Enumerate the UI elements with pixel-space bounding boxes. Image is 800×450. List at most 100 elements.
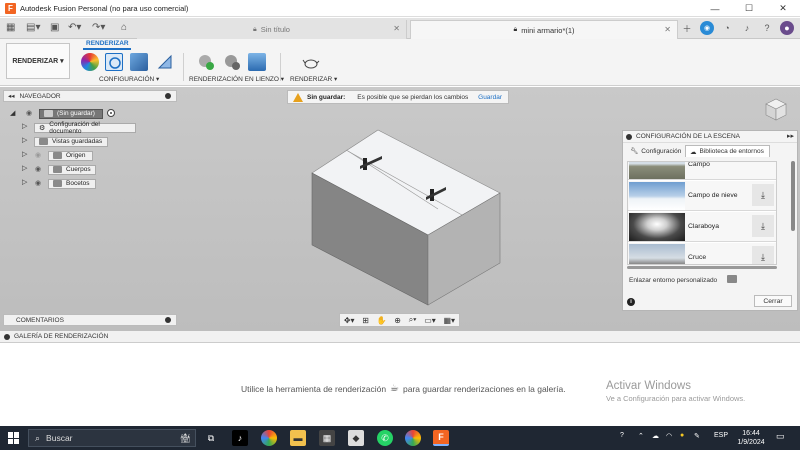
navigator-header[interactable]: ◂◂ NAVEGADOR [3, 90, 177, 102]
in-canvas-render-icon[interactable] [197, 53, 215, 71]
save-link[interactable]: Guardar [478, 94, 502, 101]
activate-radio-icon[interactable] [107, 109, 115, 117]
group-configuracion[interactable]: CONFIGURACIÓN ▾ [99, 75, 159, 83]
expand-panel-icon[interactable]: ▸▸ [787, 132, 794, 140]
pan-icon[interactable]: ✋ [377, 316, 387, 325]
list-item[interactable]: Campo de nieve ⤓ [628, 181, 776, 211]
avatar[interactable]: ● [780, 21, 794, 35]
download-icon[interactable]: ⤓ [752, 246, 774, 264]
windows-start-icon[interactable] [8, 432, 20, 444]
panel-options-icon[interactable] [165, 93, 171, 99]
tab-mini-armario[interactable]: 🔒︎ mini armario*(1) ✕ [410, 20, 678, 39]
minimize-button[interactable]: — [698, 0, 732, 17]
panel-options-icon[interactable] [626, 133, 632, 140]
render-settings-icon[interactable] [223, 53, 241, 71]
app-icon[interactable]: ◆ [348, 430, 364, 446]
tree-node[interactable]: ⚙ Configuración del documento [34, 121, 136, 135]
grid-menu-icon[interactable]: ▦ [6, 22, 15, 33]
expand-triangle-icon[interactable]: ▷ [22, 136, 27, 144]
clock[interactable]: 16:44 1/9/2024 [732, 429, 770, 447]
notifications-icon[interactable]: ♪ [740, 21, 754, 35]
look-at-icon[interactable]: ⊞ [362, 316, 369, 325]
render-gallery-header[interactable]: GALERÍA DE RENDERIZACIÓN [0, 331, 800, 343]
zoom-icon[interactable]: ⊕ [394, 316, 401, 325]
list-item[interactable]: Cruce ⤓ [628, 243, 776, 264]
orbit-icon[interactable]: ✥▾ [344, 316, 355, 325]
download-icon[interactable]: ⤓ [752, 184, 774, 206]
expand-triangle-icon[interactable]: ▷ [22, 122, 27, 130]
chrome-icon[interactable] [261, 430, 277, 446]
language-indicator[interactable]: ESP [714, 432, 728, 439]
taskbar-search-input[interactable]: ⌕ Buscar 🏰︎ [28, 429, 196, 447]
calculator-icon[interactable]: ▦ [319, 430, 335, 446]
panel-options-icon[interactable] [4, 333, 10, 340]
list-item[interactable]: Campo [628, 162, 776, 180]
network-icon[interactable]: ☁ [652, 432, 659, 440]
folder-icon[interactable] [727, 275, 737, 283]
visibility-eye-icon[interactable]: ◉ [35, 165, 41, 173]
save-icon[interactable]: ▣ [50, 22, 59, 33]
display-settings-icon[interactable]: ▭▾ [424, 316, 436, 325]
fusion-taskbar-icon[interactable]: F [433, 430, 449, 446]
expand-triangle-icon[interactable]: ◢ [10, 109, 15, 117]
3d-viewport[interactable]: ◂◂ NAVEGADOR ◢ ◉ (Sin guardar) ▷ ⚙ Confi… [0, 87, 800, 331]
tree-node[interactable]: Origen [48, 150, 93, 161]
app-tray-icon[interactable]: ● [680, 432, 684, 439]
close-tab-icon[interactable]: ✕ [664, 25, 671, 34]
group-renderizacion-lienzo[interactable]: RENDERIZACIÓN EN LIENZO ▾ [189, 75, 284, 83]
expand-triangle-icon[interactable]: ▷ [22, 164, 27, 172]
new-tab-icon[interactable]: ＋ [680, 21, 694, 35]
file-menu-icon[interactable]: ▤▾ [26, 22, 40, 33]
panel-options-icon[interactable] [165, 317, 171, 323]
chrome-profile-icon[interactable] [405, 430, 421, 446]
horizontal-scrollbar[interactable] [627, 266, 777, 269]
capture-image-icon[interactable] [248, 53, 266, 71]
tiktok-icon[interactable]: ♪ [232, 430, 248, 446]
file-explorer-icon[interactable]: ▬ [290, 430, 306, 446]
workspace-switcher[interactable]: RENDERIZAR ▾ [6, 43, 70, 79]
download-icon[interactable]: ⤓ [752, 215, 774, 237]
undo-icon[interactable]: ↶▾ [68, 22, 81, 33]
help-icon[interactable]: ? [760, 21, 774, 35]
decal-icon[interactable] [156, 53, 174, 71]
scene-panel-header[interactable]: CONFIGURACIÓN DE LA ESCENA ▸▸ [623, 131, 797, 143]
environment-list[interactable]: Campo Campo de nieve ⤓ Claraboya ⤓ Cruce… [627, 161, 777, 265]
appearance-icon[interactable] [81, 53, 99, 71]
close-tab-icon[interactable]: ✕ [393, 24, 400, 33]
expand-triangle-icon[interactable]: ▷ [22, 150, 27, 158]
home-icon[interactable]: ⌂ [121, 22, 127, 33]
close-button[interactable]: Cerrar [754, 295, 792, 307]
online-status-icon[interactable]: ◉ [700, 21, 714, 35]
tree-node[interactable]: Vistas guardadas [34, 136, 108, 147]
visibility-eye-icon[interactable]: ◉ [26, 109, 32, 117]
expand-triangle-icon[interactable]: ▷ [22, 178, 27, 186]
visibility-eye-icon[interactable]: ◉ [35, 179, 41, 187]
tab-renderizar[interactable]: RENDERIZAR [86, 40, 129, 47]
wifi-icon[interactable]: ◠ [666, 432, 672, 440]
group-renderizar[interactable]: RENDERIZAR ▾ [290, 75, 337, 83]
redo-icon[interactable]: ↷▾ [92, 22, 105, 33]
visibility-eye-icon[interactable]: ◉ [35, 151, 41, 159]
task-view-icon[interactable]: ⧉ [203, 430, 219, 446]
tab-biblioteca-entornos[interactable]: ☁ Biblioteca de entornos [685, 145, 770, 157]
list-item[interactable]: Claraboya ⤓ [628, 212, 776, 242]
grid-settings-icon[interactable]: ▦▾ [443, 316, 455, 325]
info-icon[interactable]: i [627, 298, 635, 306]
notification-center-icon[interactable]: ▭ [776, 431, 785, 442]
chevron-up-icon[interactable]: ⌃ [638, 432, 644, 440]
teapot-render-icon[interactable] [302, 53, 320, 71]
pen-icon[interactable]: ✎ [694, 432, 700, 440]
close-window-button[interactable]: ✕ [766, 0, 800, 17]
whatsapp-icon[interactable]: ✆ [377, 430, 393, 446]
collapse-icon[interactable]: ◂◂ [8, 92, 15, 100]
help-tray-icon[interactable]: ? [620, 432, 624, 439]
zoom-window-icon[interactable]: ⌕▾ [409, 315, 417, 325]
scene-settings-icon[interactable] [105, 53, 123, 71]
tree-node[interactable]: Cuerpos [48, 164, 96, 175]
tree-node[interactable]: Bocetos [48, 178, 96, 189]
view-cube-icon[interactable] [762, 95, 790, 123]
vertical-scrollbar[interactable] [791, 161, 795, 231]
3d-box-model[interactable] [300, 123, 510, 308]
texture-map-icon[interactable] [130, 53, 148, 71]
job-status-icon[interactable]: ◔ [720, 21, 734, 35]
